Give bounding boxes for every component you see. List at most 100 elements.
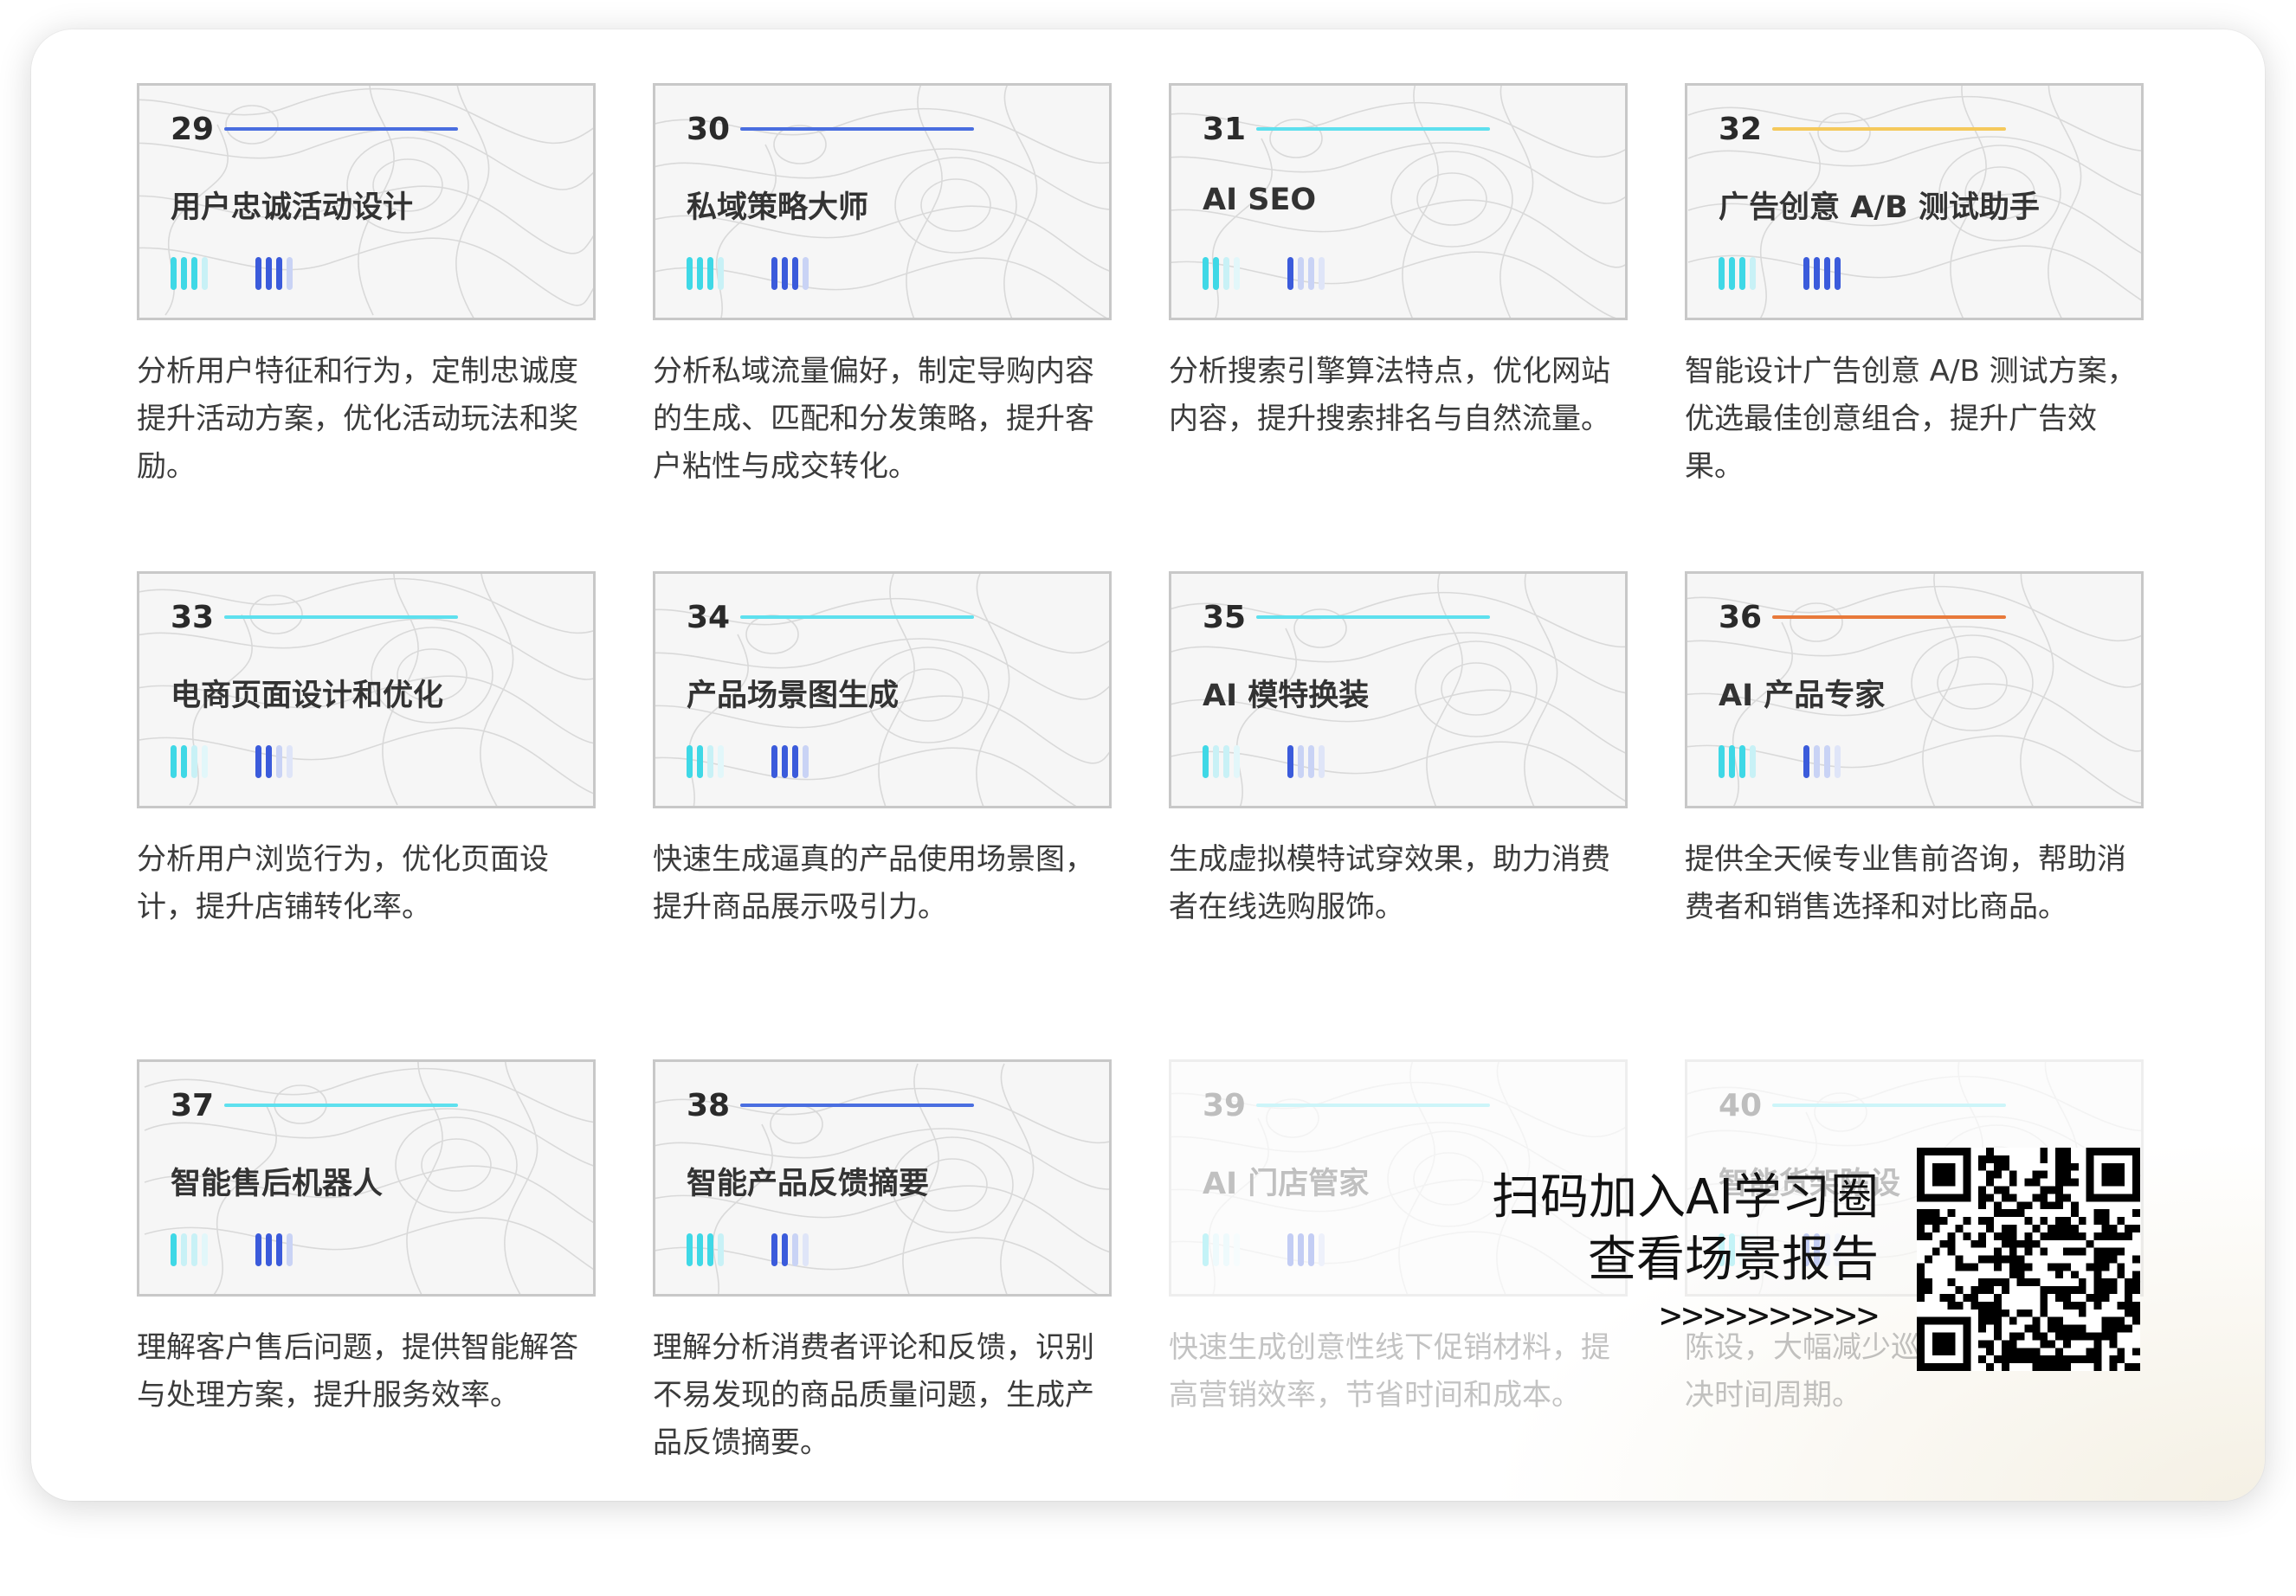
rating-bars-cyan: [687, 257, 724, 290]
rating-bars-blue: [1287, 257, 1325, 290]
rating-bar: [1287, 745, 1293, 778]
rating-bars-blue: [255, 1233, 293, 1266]
accent-rule: [1772, 1104, 2006, 1107]
rating-bar: [287, 745, 293, 778]
rating-bar: [1824, 745, 1830, 778]
rating-bar: [191, 745, 197, 778]
rating-bar: [1213, 745, 1219, 778]
rating-bar: [792, 745, 798, 778]
accent-rule: [1772, 127, 2006, 131]
rating-bar: [782, 745, 788, 778]
card-number: 29: [171, 112, 215, 147]
card-tile[interactable]: 35 AI 模特换装: [1169, 571, 1628, 808]
rating-bar: [181, 745, 187, 778]
card-tile[interactable]: 30 私域策略大师: [653, 83, 1112, 320]
rating-bar: [276, 745, 282, 778]
card-description: 提供全天候专业售前咨询，帮助消费者和销售选择和对比商品。: [1685, 842, 2126, 924]
rating-bar: [1729, 257, 1735, 290]
rating-bar: [1835, 257, 1841, 290]
card-tile[interactable]: 31 AI SEO: [1169, 83, 1628, 320]
rating-bar: [1803, 745, 1809, 778]
rating-bar: [1750, 257, 1756, 290]
rating-bar: [803, 257, 809, 290]
rating-bar: [1234, 1233, 1240, 1266]
rating-bar: [1298, 745, 1304, 778]
rating-bars-cyan: [687, 745, 724, 778]
rating-bars-cyan: [1719, 745, 1756, 778]
card-description: 快速生成逼真的产品使用场景图，提升商品展示吸引力。: [653, 842, 1094, 924]
rating-bar: [1298, 1233, 1304, 1266]
rating-bar: [1234, 257, 1240, 290]
card-number: 35: [1203, 600, 1247, 635]
rating-bar: [687, 1233, 693, 1266]
rating-bar: [1287, 257, 1293, 290]
card-number: 32: [1719, 112, 1763, 147]
rating-bar: [1319, 745, 1325, 778]
rating-bar: [792, 1233, 798, 1266]
rating-bar: [782, 257, 788, 290]
rating-bar: [255, 257, 261, 290]
rating-bar: [771, 745, 777, 778]
rating-bar: [202, 257, 208, 290]
rating-bar: [1803, 257, 1809, 290]
rating-bar: [1814, 745, 1820, 778]
card-number: 36: [1719, 600, 1763, 635]
rating-bar: [255, 745, 261, 778]
card-tile[interactable]: 32 广告创意 A/B 测试助手: [1685, 83, 2144, 320]
rating-bars-cyan: [171, 745, 208, 778]
rating-bars-cyan: [171, 257, 208, 290]
rating-bar: [1213, 1233, 1219, 1266]
card-description: 分析用户浏览行为，优化页面设计，提升店铺转化率。: [137, 842, 549, 924]
card-description: 理解分析消费者评论和反馈，识别不易发现的商品质量问题，生成产品反馈摘要。: [653, 1330, 1094, 1460]
rating-bar: [707, 257, 713, 290]
rating-bar: [687, 257, 693, 290]
card-tile[interactable]: 36 AI 产品专家: [1685, 571, 2144, 808]
rating-bar: [1287, 1233, 1293, 1266]
rating-bar: [266, 745, 272, 778]
qr-code-icon[interactable]: [1917, 1148, 2140, 1371]
rating-bar: [1308, 1233, 1314, 1266]
rating-bars-blue: [771, 745, 809, 778]
accent-rule: [740, 615, 974, 619]
card-number: 34: [687, 600, 731, 635]
rating-bars-blue: [771, 257, 809, 290]
card-number: 31: [1203, 112, 1247, 147]
rating-bar: [782, 1233, 788, 1266]
rating-bar: [1308, 257, 1314, 290]
rating-bar: [707, 1233, 713, 1266]
rating-bar: [202, 745, 208, 778]
rating-bars-cyan: [1203, 1233, 1240, 1266]
card-tile[interactable]: 34 产品场景图生成: [653, 571, 1112, 808]
rating-bar: [266, 1233, 272, 1266]
card-tile[interactable]: 38 智能产品反馈摘要: [653, 1059, 1112, 1297]
card-tile[interactable]: 37 智能售后机器人: [137, 1059, 596, 1297]
rating-bar: [1203, 257, 1209, 290]
rating-bar: [1223, 257, 1229, 290]
rating-bars-blue: [1287, 745, 1325, 778]
rating-bar: [1223, 1233, 1229, 1266]
card-title: 智能售后机器人: [171, 1167, 384, 1201]
rating-bars-cyan: [1203, 257, 1240, 290]
card-title: AI 模特换装: [1203, 679, 1370, 713]
rating-bar: [792, 257, 798, 290]
card-tile[interactable]: 29 用户忠诚活动设计: [137, 83, 596, 320]
rating-bar: [697, 1233, 703, 1266]
rating-bar: [181, 1233, 187, 1266]
rating-bar: [1223, 745, 1229, 778]
card-number: 40: [1719, 1088, 1763, 1123]
rating-bar: [1213, 257, 1219, 290]
rating-bar: [1835, 745, 1841, 778]
rating-bars-blue: [255, 257, 293, 290]
accent-rule: [740, 127, 974, 131]
qr-promo: 扫码加入AI学习圈 查看场景报告 >>>>>>>>>>: [1472, 1167, 1879, 1340]
rating-bar: [1308, 745, 1314, 778]
card-description: 分析私域流量偏好，制定导购内容的生成、匹配和分发策略，提升客户粘性与成交转化。: [653, 354, 1094, 484]
rating-bar: [1719, 745, 1725, 778]
rating-bar: [276, 257, 282, 290]
rating-bar: [687, 745, 693, 778]
rating-bars-blue: [255, 745, 293, 778]
card-description: 分析用户特征和行为，定制忠诚度提升活动方案，优化活动玩法和奖励。: [137, 354, 578, 484]
rating-bar: [1739, 745, 1745, 778]
card-tile[interactable]: 33 电商页面设计和优化: [137, 571, 596, 808]
rating-bar: [1234, 745, 1240, 778]
